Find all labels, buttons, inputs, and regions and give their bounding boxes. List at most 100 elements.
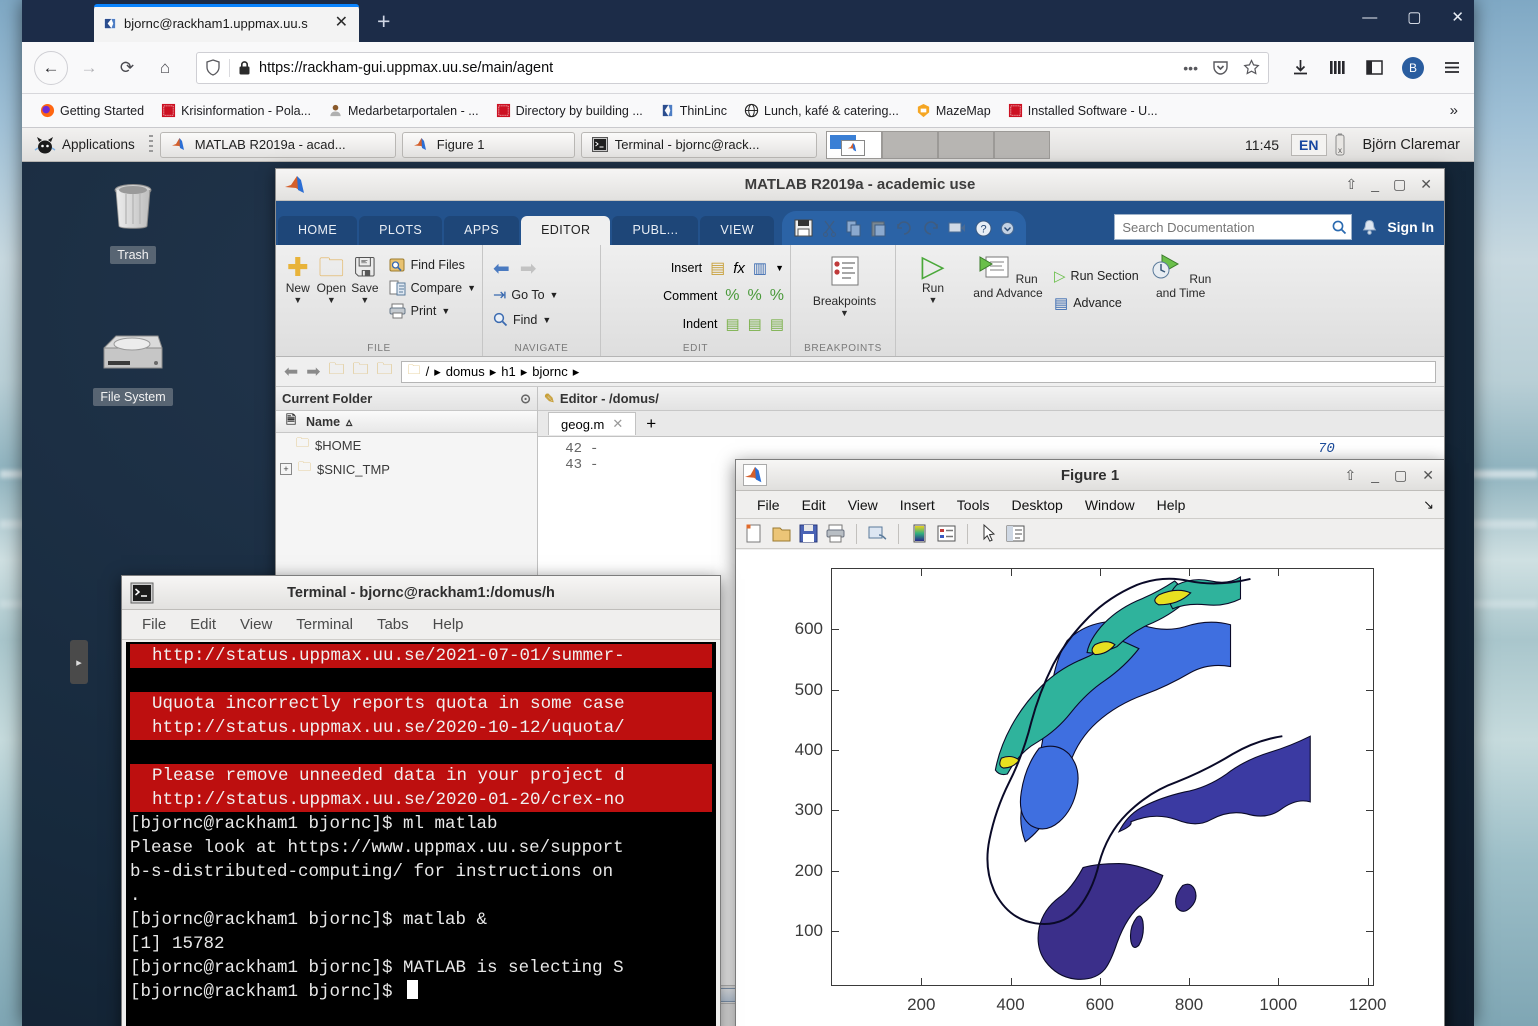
bookmark-item[interactable]: Krisinformation - Pola... xyxy=(155,100,317,121)
downloads-icon[interactable] xyxy=(1291,58,1310,77)
open-figure-icon[interactable] xyxy=(771,523,792,544)
battery-icon[interactable]: x xyxy=(1331,132,1349,158)
breakpoint-dash[interactable]: - xyxy=(590,457,598,473)
menu-view[interactable]: View xyxy=(837,494,889,516)
bookmark-item[interactable]: Getting Started xyxy=(34,100,150,121)
bell-icon[interactable] xyxy=(1362,219,1377,236)
search-input[interactable] xyxy=(1114,214,1353,240)
reload-button[interactable]: ⟳ xyxy=(110,51,144,85)
url-text[interactable]: https://rackham-gui.uppmax.uu.se/main/ag… xyxy=(259,60,1175,76)
minimize-button[interactable]: _ xyxy=(1371,467,1379,484)
plot-axes[interactable]: 600 500 400 300 200 100 200 400 600 800 … xyxy=(795,568,1386,1014)
minimize-button[interactable]: _ xyxy=(1371,176,1379,193)
menu-tabs[interactable]: Tabs xyxy=(365,613,421,636)
pocket-icon[interactable] xyxy=(1212,59,1229,76)
browse-folder-icon[interactable]: 🗀 xyxy=(353,358,369,385)
back-button[interactable]: ← xyxy=(34,50,68,85)
username-label[interactable]: Björn Claremar xyxy=(1353,137,1475,153)
figure-window[interactable]: Figure 1 ⇧ _ ▢ ✕ File Edit View Insert T… xyxy=(735,459,1445,1026)
editor-file-tab[interactable]: geog.m ✕ xyxy=(548,412,637,435)
menu-insert[interactable]: Insert xyxy=(889,494,946,516)
desktop-icon-file-system[interactable]: File System xyxy=(78,328,188,406)
bookmark-item[interactable]: ThinLinc xyxy=(654,100,733,121)
run-and-advance-button[interactable]: Run and Advance xyxy=(970,253,1046,312)
figure-plot-canvas[interactable]: 600 500 400 300 200 100 200 400 600 800 … xyxy=(736,550,1444,1026)
breakpoint-dash[interactable]: - xyxy=(590,441,598,457)
save-button[interactable]: 🖫 Save ▼ xyxy=(349,253,381,305)
bookmark-item[interactable]: Lunch, kafé & catering... xyxy=(738,100,905,121)
dock-button[interactable]: ⇧ xyxy=(1345,467,1357,484)
insert-icon[interactable]: ▤ xyxy=(710,258,725,278)
menu-overflow-icon[interactable]: ↘ xyxy=(1423,497,1444,513)
paste-icon[interactable] xyxy=(871,220,887,237)
remote-desktop-viewport[interactable]: Applications MATLAB R2019a - acad... Fig… xyxy=(22,128,1474,1026)
workspace-switcher[interactable] xyxy=(825,130,1050,159)
scandinavia-elevation-map[interactable] xyxy=(832,569,1373,985)
tab-view[interactable]: VIEW xyxy=(700,216,774,245)
applications-menu-button[interactable]: Applications xyxy=(22,128,145,161)
current-folder-column-header[interactable]: 🗎 Name ▵ xyxy=(276,411,537,433)
back-arrow-icon[interactable]: ⬅ xyxy=(284,362,298,382)
taskbar-item-matlab[interactable]: MATLAB R2019a - acad... xyxy=(159,131,396,158)
file-list-item[interactable]: + 🗀 $SNIC_TMP xyxy=(276,457,537,481)
menu-terminal[interactable]: Terminal xyxy=(284,613,365,636)
breadcrumb[interactable]: 🗀 / ▸ domus ▸ h1 ▸ bjornc ▸ xyxy=(400,360,1436,383)
close-tab-icon[interactable]: ✕ xyxy=(612,416,623,432)
tab-apps[interactable]: APPS xyxy=(444,216,520,245)
new-editor-tab-button[interactable]: + xyxy=(636,413,667,434)
print-button[interactable]: Print ▼ xyxy=(389,303,476,319)
pointer-icon[interactable] xyxy=(978,523,999,544)
terminal-window[interactable]: Terminal - bjornc@rackham1:/domus/h File… xyxy=(121,575,721,1026)
bookmark-star-icon[interactable] xyxy=(1243,59,1260,76)
undo-icon[interactable] xyxy=(896,221,913,235)
run-section-button[interactable]: ▷ Run Section xyxy=(1054,267,1139,285)
maximize-button[interactable]: ▢ xyxy=(1393,176,1406,193)
sync-icon[interactable] xyxy=(948,220,966,236)
maximize-button[interactable]: ▢ xyxy=(1394,467,1407,484)
library-icon[interactable] xyxy=(1328,58,1347,77)
menu-edit[interactable]: Edit xyxy=(178,613,228,636)
expand-icon[interactable]: + xyxy=(280,463,292,475)
menu-file[interactable]: File xyxy=(746,494,791,516)
menu-tools[interactable]: Tools xyxy=(946,494,1001,516)
menu-view[interactable]: View xyxy=(228,613,284,636)
smart-indent-icon[interactable]: ▤ xyxy=(725,315,739,333)
bookmark-item[interactable]: Medarbetarportalen - ... xyxy=(322,100,485,121)
colorbar-icon[interactable] xyxy=(909,523,930,544)
taskbar-item-figure1[interactable]: Figure 1 xyxy=(401,131,575,158)
run-button[interactable]: ▷ Run ▼ xyxy=(902,252,964,312)
breadcrumb-domus[interactable]: domus xyxy=(446,364,485,379)
menu-desktop[interactable]: Desktop xyxy=(1000,494,1073,516)
breakpoints-button[interactable]: Breakpoints ▼ xyxy=(797,249,892,318)
keyboard-layout-button[interactable]: EN xyxy=(1291,133,1327,156)
forward-arrow-icon[interactable]: ➡ xyxy=(520,256,537,281)
new-button[interactable]: ✚ New ▼ xyxy=(282,253,314,305)
chevron-down-circle-icon[interactable]: ⊙ xyxy=(520,391,531,407)
comment-icon[interactable]: % xyxy=(725,287,739,305)
link-plot-icon[interactable] xyxy=(867,523,888,544)
up-folder-icon[interactable]: 🗀 xyxy=(329,358,345,385)
insert-dropdown-icon[interactable]: ▼ xyxy=(775,263,784,273)
terminal-screen[interactable]: http://status.uppmax.uu.se/2021-07-01/su… xyxy=(126,642,716,1026)
find-files-button[interactable]: Find Files xyxy=(389,257,476,273)
dropdown-icon[interactable] xyxy=(1000,221,1014,235)
page-actions-icon[interactable]: ••• xyxy=(1183,60,1198,76)
close-window-button[interactable]: ✕ xyxy=(1451,8,1464,26)
menu-window[interactable]: Window xyxy=(1074,494,1146,516)
home-button[interactable]: ⌂ xyxy=(148,51,182,85)
save-figure-icon[interactable] xyxy=(798,523,819,544)
tracking-protection-shield-icon[interactable] xyxy=(205,59,221,76)
menu-edit[interactable]: Edit xyxy=(791,494,837,516)
close-button[interactable]: ✕ xyxy=(1422,467,1434,484)
workspace-1[interactable] xyxy=(825,130,882,159)
close-button[interactable]: ✕ xyxy=(1420,176,1432,193)
workspace-4[interactable] xyxy=(993,130,1050,159)
forward-arrow-icon[interactable]: ➡ xyxy=(306,362,320,382)
hamburger-menu-icon[interactable] xyxy=(1442,58,1462,77)
edge-panel-handle[interactable]: ▸ xyxy=(70,640,88,684)
find-button[interactable]: Find ▼ xyxy=(493,312,594,327)
tab-home[interactable]: HOME xyxy=(278,216,358,245)
advance-button[interactable]: ▤ Advance xyxy=(1054,294,1139,312)
open-button[interactable]: 🗀 Open ▼ xyxy=(316,253,348,305)
compare-button[interactable]: Compare ▼ xyxy=(389,280,476,296)
